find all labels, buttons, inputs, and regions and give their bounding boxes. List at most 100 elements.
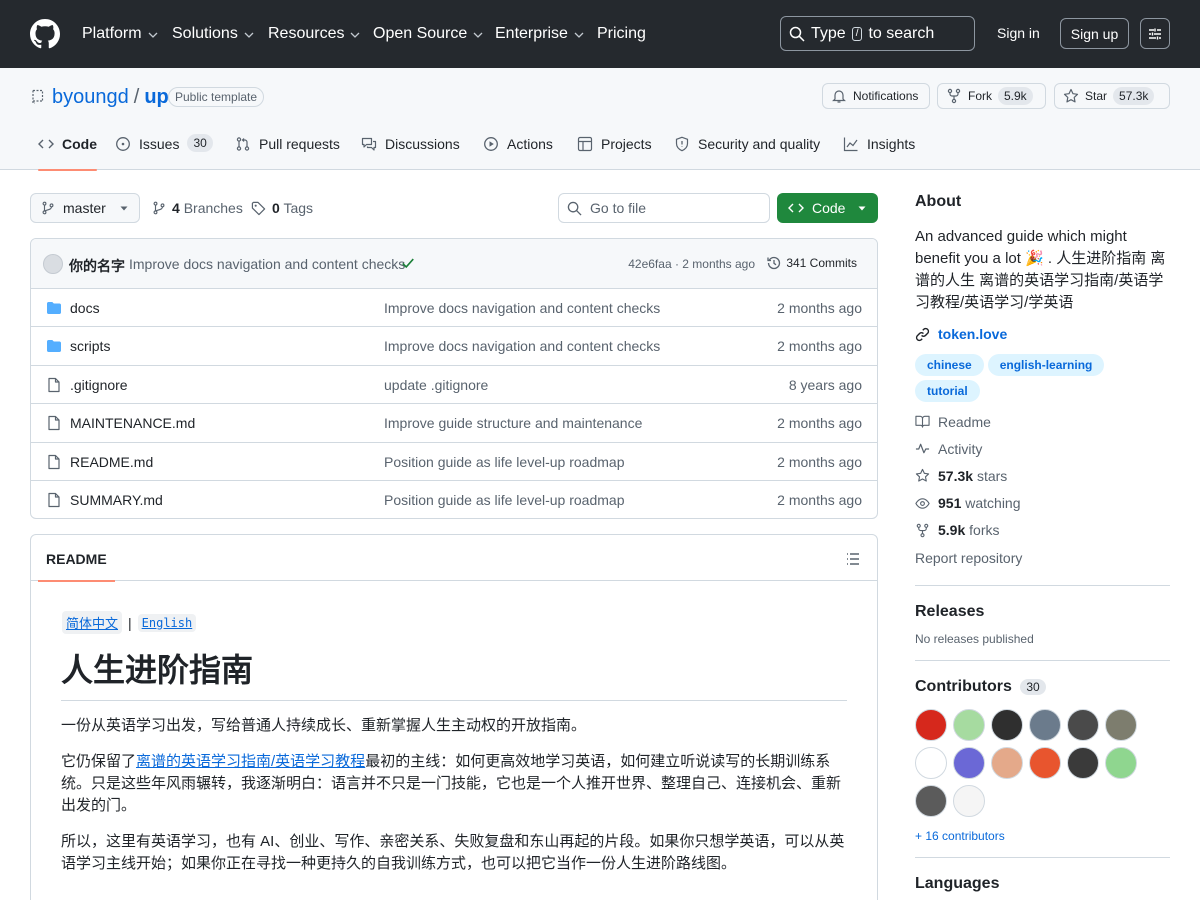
file-name[interactable]: README.md [70,454,153,470]
contributor-avatar[interactable] [991,747,1023,780]
nav-platform[interactable]: Platform [82,24,158,44]
star-button[interactable]: Star 57.3k [1054,83,1170,109]
code-icon [38,139,54,149]
file-table: 你的名字 Improve docs navigation and content… [30,238,878,519]
tab-pull-requests[interactable]: Pull requests [235,136,340,170]
file-name[interactable]: MAINTENANCE.md [70,415,195,431]
readme-paragraph: 所以，这里有英语学习，也有 AI、创业、写作、亲密关系、失败复盘和东山再起的片段… [61,833,845,872]
file-commit-message[interactable]: Improve docs navigation and content chec… [384,338,660,354]
topic-tag[interactable]: chinese [915,354,984,376]
nav-enterprise[interactable]: Enterprise [495,24,584,44]
fork-button[interactable]: Fork 5.9k [937,83,1046,109]
tab-discussions-label: Discussions [385,136,460,152]
tab-discussions[interactable]: Discussions [361,136,460,170]
file-commit-message[interactable]: Improve docs navigation and content chec… [384,300,660,316]
watching-link[interactable]: 951 watching [915,490,1170,517]
check-icon[interactable] [401,256,415,270]
contributor-avatar[interactable] [1105,747,1137,780]
contributors-heading[interactable]: Contributors 30 [915,675,1170,699]
file-row[interactable]: .gitignore update .gitignore 8 years ago [31,366,877,405]
file-name[interactable]: SUMMARY.md [70,492,163,508]
go-to-file-input[interactable]: Go to file [558,193,770,223]
readme-content: 简体中文 | English 人生进阶指南 一份从英语学习出发，写给普通人持续成… [31,581,877,900]
chevron-down-icon [148,32,158,38]
repo-owner-link[interactable]: byoungd [52,86,129,108]
file-name[interactable]: .gitignore [70,377,128,393]
sign-up-button[interactable]: Sign up [1060,18,1129,49]
file-name[interactable]: docs [70,300,100,316]
contributor-avatar[interactable] [915,785,947,818]
notifications-button[interactable]: Notifications [822,83,930,109]
contributor-avatar[interactable] [953,785,985,818]
readme-link[interactable]: Readme [915,408,1170,435]
tags-link[interactable]: 0 Tags [251,200,313,216]
commit-hash-age[interactable]: 42e6faa · 2 months ago [628,257,755,271]
report-repository-link[interactable]: Report repository [915,544,1170,571]
repo-name-link[interactable]: up [144,86,168,108]
file-name[interactable]: scripts [70,338,110,354]
lang-zh-link[interactable]: 简体中文 [62,611,123,634]
topic-tag[interactable]: english-learning [987,354,1105,376]
commit-message[interactable]: Improve docs navigation and content chec… [129,256,405,272]
contributor-avatar[interactable] [915,747,947,780]
activity-link[interactable]: Activity [915,435,1170,462]
file-row[interactable]: scripts Improve docs navigation and cont… [31,327,877,366]
branch-name: master [63,200,106,216]
eye-icon [915,497,930,509]
stars-link[interactable]: 57.3k stars [915,462,1170,489]
watching-count: 951 [938,495,962,512]
tab-projects[interactable]: Projects [577,136,652,170]
forks-link[interactable]: 5.9k forks [915,517,1170,544]
contributor-avatar[interactable] [953,747,985,780]
file-row[interactable]: MAINTENANCE.md Improve guide structure a… [31,404,877,443]
settings-menu-button[interactable] [1140,18,1170,49]
contributor-avatar[interactable] [1105,709,1137,742]
branch-selector[interactable]: master [30,193,140,223]
file-commit-message[interactable]: update .gitignore [384,377,488,393]
readme-label: Readme [938,413,991,430]
file-commit-message[interactable]: Position guide as life level-up roadmap [384,492,624,508]
github-logo-icon[interactable] [30,19,60,49]
contributor-avatar[interactable] [1029,747,1061,780]
sign-in-link[interactable]: Sign in [997,25,1040,41]
nav-pricing[interactable]: Pricing [597,24,646,44]
file-commit-message[interactable]: Position guide as life level-up roadmap [384,454,624,470]
readme-tab[interactable]: README [38,551,115,582]
lang-en-link[interactable]: English [137,613,197,632]
avatar[interactable] [43,254,63,274]
file-row[interactable]: SUMMARY.md Position guide as life level-… [31,481,877,518]
tab-insights[interactable]: Insights [843,136,915,170]
file-row[interactable]: README.md Position guide as life level-u… [31,443,877,481]
list-outline-icon[interactable] [845,551,861,567]
nav-resources[interactable]: Resources [268,24,360,44]
contributor-avatar[interactable] [915,709,947,742]
tab-code[interactable]: Code [38,136,97,171]
nav-solutions[interactable]: Solutions [172,24,254,44]
code-dropdown-button[interactable]: Code [777,193,878,223]
commit-author[interactable]: 你的名字 [69,256,125,276]
file-commit-message[interactable]: Improve guide structure and maintenance [384,415,642,431]
star-icon [915,469,930,483]
file-icon [48,492,60,508]
topic-tag[interactable]: tutorial [915,380,980,402]
tab-actions[interactable]: Actions [483,136,553,170]
contributor-avatar[interactable] [1067,709,1099,742]
search-input[interactable]: Type / to search [780,16,975,51]
website-link[interactable]: token.love [915,326,1170,342]
tab-security[interactable]: Security and quality [674,136,820,170]
releases-heading[interactable]: Releases [915,600,1170,624]
lang-separator: | [128,614,132,631]
branches-link[interactable]: 4 Branches [152,200,243,216]
contributor-avatar[interactable] [1029,709,1061,742]
readme-guide-link[interactable]: 离谱的英语学习指南/英语学习教程 [136,753,365,770]
tab-issues[interactable]: Issues 30 [115,134,213,170]
contributor-avatar[interactable] [953,709,985,742]
contributor-avatar[interactable] [991,709,1023,742]
file-row[interactable]: docs Improve docs navigation and content… [31,289,877,328]
nav-open-source[interactable]: Open Source [373,24,483,44]
commits-link[interactable]: 341 Commits [766,255,857,271]
more-contributors-link[interactable]: + 16 contributors [915,829,1170,843]
file-icon [48,416,60,431]
contributor-avatar[interactable] [1067,747,1099,780]
file-commit-age: 8 years ago [788,376,862,393]
